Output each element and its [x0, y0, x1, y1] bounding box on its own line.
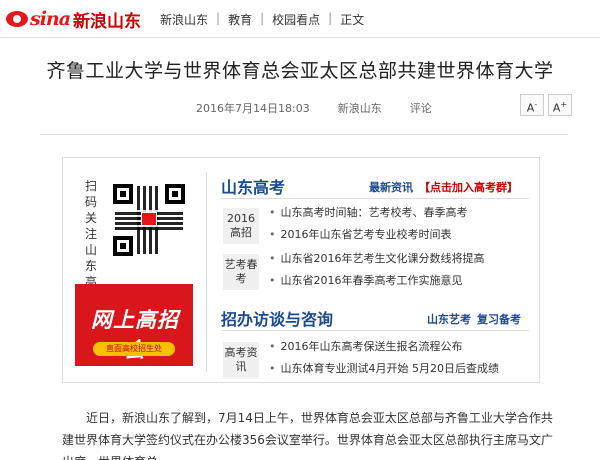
breadcrumb-separator: | — [328, 11, 333, 25]
sina-eye-icon — [6, 11, 28, 27]
font-decrease-button[interactable]: A- — [520, 94, 544, 116]
tag-2016-admissions: 2016高招 — [223, 208, 259, 244]
join-group-link[interactable]: 【点击加入高考群】 — [419, 179, 518, 195]
list-item[interactable]: 山东体育专业测试4月开始 5月20日后查成绩 — [269, 358, 500, 380]
promo-divider — [206, 172, 207, 372]
font-size-controls: A- A+ — [520, 94, 572, 116]
tag-gaokao-news: 高考资讯 — [223, 342, 259, 378]
qr-code-icon[interactable] — [113, 184, 185, 256]
article-date: 2016年7月14日18:03 — [196, 102, 310, 115]
meta-divider — [40, 134, 568, 135]
list-item[interactable]: 山东省2016年春季高考工作实施意见 — [269, 270, 485, 292]
breadcrumb-campus[interactable]: 校园看点 — [272, 11, 320, 28]
section-rule — [221, 330, 529, 331]
list-item[interactable]: 2016年山东省艺考专业校考时间表 — [269, 224, 468, 246]
comment-link[interactable]: 评论 — [410, 100, 432, 116]
qr-finder — [113, 184, 133, 204]
gaokao-promo-box: 扫码关注山东高考 网上高招会 直面高校招生处 山东高考 最新资讯 【点击加入高考… — [62, 157, 540, 383]
list-item[interactable]: 山东高考时间轴：艺考校考、春季高考 — [269, 202, 468, 224]
breadcrumb-home[interactable]: 新浪山东 — [160, 11, 208, 28]
qr-finder — [113, 236, 133, 256]
section-title-interview[interactable]: 招办访谈与咨询 — [221, 306, 333, 330]
breadcrumb-current: 正文 — [340, 13, 365, 27]
list-item[interactable]: 2016年山东高考保送生报名流程公布 — [269, 336, 499, 358]
font-increase-button[interactable]: A+ — [548, 94, 572, 116]
breadcrumb-separator: | — [260, 11, 265, 25]
article-title: 齐鲁工业大学与世界体育总会亚太区总部共建世界体育大学 — [46, 60, 554, 82]
article-paragraph: 近日，新浪山东了解到，7月14日上午，世界体育总会亚太区总部与齐鲁工业大学合作共… — [62, 411, 553, 460]
news-list: 山东高考时间轴：艺考校考、春季高考 2016年山东省艺考专业校考时间表 — [269, 202, 468, 246]
list-item[interactable]: 山东省2016年艺考生文化课分数线将提高 — [269, 248, 485, 270]
news-list: 2016年山东高考保送生报名流程公布 山东体育专业测试4月开始 5月20日后查成… — [269, 336, 500, 380]
qr-finder — [165, 184, 185, 204]
art-exam-link[interactable]: 山东艺考 — [427, 311, 471, 327]
tag-art-spring: 艺考春考 — [223, 254, 259, 290]
qr-logo — [141, 212, 157, 226]
breadcrumb: 新浪山东 | 教育 | 校园看点 | 正文 — [160, 11, 364, 28]
breadcrumb-separator: | — [216, 11, 221, 25]
section-rule — [221, 198, 529, 199]
logo-channel-text: 新浪山东 — [73, 11, 142, 32]
font-decrease-sup: - — [534, 100, 538, 109]
article-meta: 2016年7月14日18:03 新浪山东 评论 — [196, 100, 432, 116]
banner-subtitle: 直面高校招生处 — [93, 342, 175, 356]
sina-logo[interactable]: sina 新浪山东 — [6, 8, 142, 32]
section-title-gaokao[interactable]: 山东高考 — [221, 174, 285, 198]
article-source[interactable]: 新浪山东 — [338, 100, 382, 116]
review-link[interactable]: 复习备考 — [477, 311, 521, 327]
font-increase-sup: + — [560, 100, 568, 109]
news-list: 山东省2016年艺考生文化课分数线将提高 山东省2016年春季高考工作实施意见 — [269, 248, 485, 292]
logo-sina-text: sina — [30, 8, 71, 30]
breadcrumb-education[interactable]: 教育 — [228, 11, 252, 28]
latest-news-link[interactable]: 最新资讯 — [369, 179, 413, 195]
online-admissions-banner[interactable]: 网上高招会 直面高校招生处 — [75, 284, 193, 366]
top-bar: sina 新浪山东 新浪山东 | 教育 | 校园看点 | 正文 — [0, 0, 600, 38]
